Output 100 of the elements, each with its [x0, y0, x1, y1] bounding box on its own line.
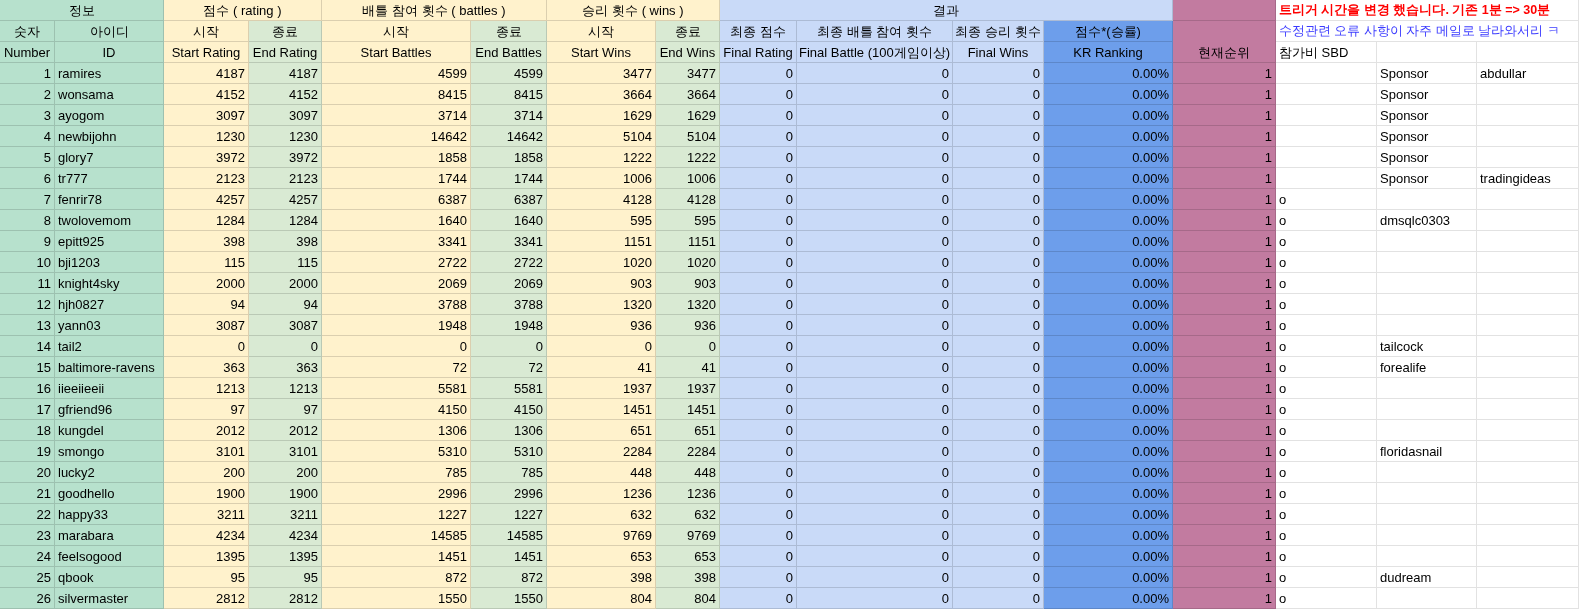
table-cell: 1451 [471, 546, 547, 567]
table-cell: 0.00% [1044, 378, 1173, 399]
table-cell: 41 [547, 357, 656, 378]
table-cell: yann03 [55, 315, 164, 336]
table-cell: 12 [0, 294, 55, 315]
column-header: 시작 [164, 21, 249, 42]
table-cell: 1236 [656, 483, 720, 504]
table-cell: 2000 [164, 273, 249, 294]
table-cell: 0 [953, 441, 1044, 462]
table-cell: 41 [656, 357, 720, 378]
table-cell: 2 [0, 84, 55, 105]
table-cell: 0.00% [1044, 147, 1173, 168]
table-cell: knight4sky [55, 273, 164, 294]
table-cell: 0 [797, 357, 953, 378]
table-cell: 0.00% [1044, 273, 1173, 294]
table-cell: o [1276, 441, 1377, 462]
table-cell: 936 [547, 315, 656, 336]
table-cell: 1451 [547, 399, 656, 420]
table-cell: 4128 [656, 189, 720, 210]
table-cell: 0 [797, 399, 953, 420]
table-cell: 0 [953, 273, 1044, 294]
table-cell: 1451 [322, 546, 471, 567]
table-cell: 1222 [547, 147, 656, 168]
table-cell: 0 [164, 336, 249, 357]
table-cell: 1 [1173, 420, 1276, 441]
table-cell: 595 [547, 210, 656, 231]
table-cell: 0 [797, 189, 953, 210]
table-cell: twolovemom [55, 210, 164, 231]
table-cell: 1 [1173, 63, 1276, 84]
column-header: 최종 승리 횟수 [953, 21, 1044, 42]
table-cell: 0 [797, 294, 953, 315]
table-cell: 0 [720, 105, 797, 126]
table-cell: 8415 [322, 84, 471, 105]
table-cell: 95 [164, 567, 249, 588]
table-cell: o [1276, 210, 1377, 231]
table-cell: 1213 [164, 378, 249, 399]
table-cell: 0 [797, 567, 953, 588]
table-cell: 72 [471, 357, 547, 378]
column-header: 참가비 SBD [1276, 42, 1377, 63]
table-cell: 0 [953, 399, 1044, 420]
table-cell: 3714 [322, 105, 471, 126]
table-cell: 3788 [322, 294, 471, 315]
table-cell: 1858 [471, 147, 547, 168]
table-cell: 785 [322, 462, 471, 483]
table-cell: 1550 [322, 588, 471, 609]
table-cell: 2812 [164, 588, 249, 609]
table-cell: 0 [797, 315, 953, 336]
table-cell: 14585 [322, 525, 471, 546]
table-cell: 632 [547, 504, 656, 525]
table-cell: 14642 [471, 126, 547, 147]
table-cell: 0 [953, 546, 1044, 567]
table-cell: 1 [1173, 336, 1276, 357]
table-cell: 651 [656, 420, 720, 441]
table-cell: 2012 [164, 420, 249, 441]
table-cell: 1 [1173, 147, 1276, 168]
table-cell: o [1276, 420, 1377, 441]
table-cell: 0.00% [1044, 63, 1173, 84]
table-cell: 1 [1173, 315, 1276, 336]
table-cell: 115 [164, 252, 249, 273]
table-cell: 0 [797, 462, 953, 483]
table-cell: 11 [0, 273, 55, 294]
table-cell: o [1276, 357, 1377, 378]
table-cell: kungdel [55, 420, 164, 441]
table-cell: 1900 [164, 483, 249, 504]
table-cell: 1 [1173, 483, 1276, 504]
table-cell: dudream [1377, 567, 1477, 588]
table-cell: 0 [953, 294, 1044, 315]
table-cell: hjh0827 [55, 294, 164, 315]
table-cell: 2069 [322, 273, 471, 294]
table-cell: 3087 [249, 315, 322, 336]
table-cell: newbijohn [55, 126, 164, 147]
table-cell: 25 [0, 567, 55, 588]
table-cell: o [1276, 462, 1377, 483]
table-cell: 6 [0, 168, 55, 189]
table-cell: 6387 [471, 189, 547, 210]
group-header: 정보 [0, 0, 164, 21]
table-cell: 0 [720, 294, 797, 315]
table-cell: 0 [953, 567, 1044, 588]
table-cell: 1284 [164, 210, 249, 231]
table-cell: 1 [1173, 525, 1276, 546]
table-cell: 1230 [164, 126, 249, 147]
table-cell: Sponsor [1377, 105, 1477, 126]
table-cell: 448 [547, 462, 656, 483]
table-cell: 94 [164, 294, 249, 315]
table-cell: 0 [953, 462, 1044, 483]
table-cell: 1 [1173, 168, 1276, 189]
table-cell: o [1276, 231, 1377, 252]
table-cell: 0 [720, 504, 797, 525]
column-header: End Battles [471, 42, 547, 63]
table-cell: 1 [1173, 462, 1276, 483]
table-cell: 4234 [164, 525, 249, 546]
table-cell: 0.00% [1044, 252, 1173, 273]
table-cell: 1 [1173, 189, 1276, 210]
table-cell: 1948 [322, 315, 471, 336]
table-cell: abdullar [1477, 63, 1579, 84]
table-cell: o [1276, 483, 1377, 504]
table-cell: 0.00% [1044, 189, 1173, 210]
table-cell: 0 [953, 504, 1044, 525]
table-cell: 903 [656, 273, 720, 294]
table-cell: 1006 [656, 168, 720, 189]
